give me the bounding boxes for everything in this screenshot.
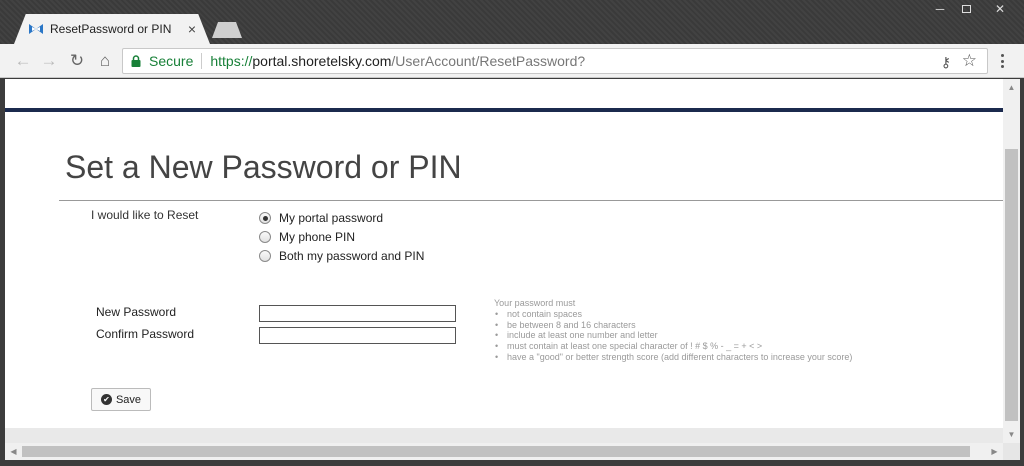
maximize-button[interactable] bbox=[954, 0, 978, 18]
new-password-field[interactable] bbox=[259, 305, 456, 322]
omnibox-separator bbox=[201, 53, 203, 69]
close-window-button[interactable]: ✕ bbox=[980, 0, 1020, 18]
lock-icon bbox=[131, 55, 141, 67]
scroll-left-icon[interactable]: ◀ bbox=[5, 443, 22, 460]
home-button[interactable]: ⌂ bbox=[94, 50, 116, 72]
page-viewport: Set a New Password or PIN I would like t… bbox=[5, 79, 1003, 443]
tab-title: ResetPassword or PIN bbox=[50, 22, 172, 36]
scroll-up-icon[interactable]: ▲ bbox=[1003, 79, 1020, 96]
back-button[interactable]: ← bbox=[12, 50, 34, 72]
minimize-button[interactable]: ─ bbox=[928, 0, 952, 18]
window-titlebar: ResetPassword or PIN × ─ ✕ bbox=[0, 0, 1024, 44]
radio-phone-pin[interactable]: My phone PIN bbox=[259, 230, 355, 244]
confirm-password-field[interactable] bbox=[259, 327, 456, 344]
new-password-label: New Password bbox=[96, 305, 177, 319]
password-rule: have a "good" or better strength score (… bbox=[494, 352, 852, 363]
password-rule: must contain at least one special charac… bbox=[494, 341, 852, 352]
password-rules: Your password must not contain spaces be… bbox=[494, 298, 852, 363]
password-rules-heading: Your password must bbox=[494, 298, 576, 308]
header-accent-bar bbox=[5, 108, 1003, 112]
password-rule: be between 8 and 16 characters bbox=[494, 320, 852, 331]
secure-label: Secure bbox=[149, 53, 194, 69]
maximize-icon bbox=[961, 5, 971, 13]
new-tab-button[interactable] bbox=[212, 22, 242, 38]
site-logo-icon bbox=[29, 24, 43, 34]
radio-label: My phone PIN bbox=[279, 230, 356, 244]
password-rule: include at least one number and letter bbox=[494, 330, 852, 341]
browser-menu-icon[interactable] bbox=[996, 52, 1008, 70]
save-button[interactable]: ✔ Save bbox=[91, 388, 151, 411]
tab-close-icon[interactable]: × bbox=[188, 21, 196, 37]
reload-button[interactable]: ↻ bbox=[66, 50, 88, 72]
password-rule: not contain spaces bbox=[494, 309, 852, 320]
url-host: portal.shoretelsky.com bbox=[252, 53, 392, 69]
horizontal-scrollbar[interactable]: ◀ ▶ bbox=[5, 443, 1003, 460]
radio-label: Both my password and PIN bbox=[279, 249, 425, 263]
page-title: Set a New Password or PIN bbox=[65, 149, 462, 185]
page-footer bbox=[5, 428, 1003, 443]
browser-toolbar: ← → ↻ ⌂ Secure https:// portal.shoretels… bbox=[0, 44, 1024, 78]
save-button-label: Save bbox=[115, 393, 142, 406]
url-scheme: https:// bbox=[210, 53, 253, 69]
scrollbar-corner bbox=[1003, 443, 1020, 460]
horizontal-scroll-thumb[interactable] bbox=[22, 446, 970, 457]
vertical-scrollbar[interactable]: ▲ ▼ bbox=[1003, 79, 1020, 443]
radio-label: My portal password bbox=[279, 211, 384, 225]
reset-choice-label: I would like to Reset bbox=[91, 208, 199, 222]
radio-button[interactable] bbox=[259, 250, 271, 262]
radio-portal-password[interactable]: My portal password bbox=[259, 211, 383, 225]
bookmark-star-icon[interactable]: ☆ bbox=[962, 51, 977, 71]
title-divider bbox=[59, 200, 1003, 201]
address-bar[interactable]: Secure https:// portal.shoretelsky.com /… bbox=[122, 48, 988, 74]
confirm-password-label: Confirm Password bbox=[96, 327, 195, 341]
radio-button[interactable] bbox=[259, 231, 271, 243]
forward-button[interactable]: → bbox=[38, 50, 60, 72]
vertical-scroll-thumb[interactable] bbox=[1005, 149, 1018, 421]
scroll-right-icon[interactable]: ▶ bbox=[986, 443, 1003, 460]
check-circle-icon: ✔ bbox=[100, 394, 112, 405]
radio-button[interactable] bbox=[259, 212, 271, 224]
scroll-down-icon[interactable]: ▼ bbox=[1003, 426, 1020, 443]
radio-both[interactable]: Both my password and PIN bbox=[259, 249, 424, 263]
url-path: /UserAccount/ResetPassword? bbox=[391, 53, 586, 69]
browser-tab[interactable]: ResetPassword or PIN × bbox=[14, 14, 210, 44]
key-icon[interactable]: ⚷ bbox=[941, 54, 951, 71]
